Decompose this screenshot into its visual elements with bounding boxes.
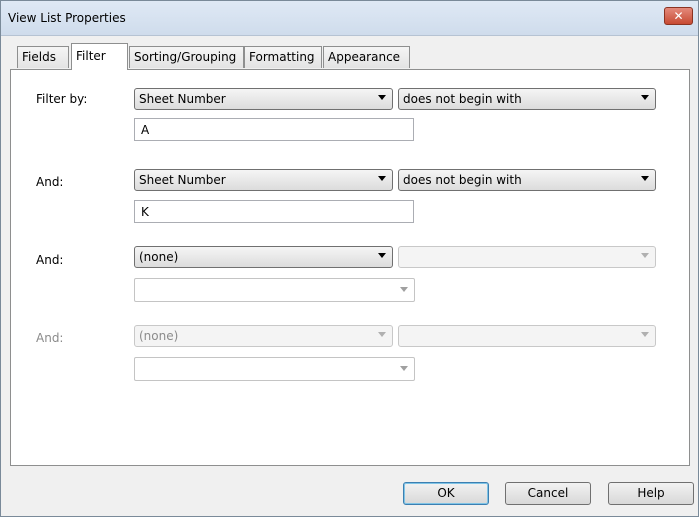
filter4-field-select: (none)	[134, 325, 393, 347]
filter1-value-input[interactable]: A	[134, 118, 414, 141]
filter2-field-select[interactable]: Sheet Number	[134, 169, 393, 191]
chevron-down-icon	[400, 287, 408, 292]
filter3-value-select[interactable]	[134, 278, 415, 302]
filter3-field-select[interactable]: (none)	[134, 246, 393, 268]
chevron-down-icon	[641, 332, 649, 337]
chevron-down-icon	[641, 253, 649, 258]
dialog-window: View List Properties ✕ Fields Filter Sor…	[0, 0, 699, 517]
and-label-3: And:	[36, 331, 64, 345]
help-button[interactable]: Help	[608, 482, 694, 505]
filter-by-label: Filter by:	[36, 92, 88, 106]
chevron-down-icon	[400, 366, 408, 371]
ok-button[interactable]: OK	[403, 482, 489, 505]
tab-filter[interactable]: Filter	[71, 43, 128, 70]
and-label-1: And:	[36, 175, 64, 189]
tab-appearance[interactable]: Appearance	[323, 46, 410, 68]
close-button[interactable]: ✕	[664, 7, 693, 25]
filter1-operator-select[interactable]: does not begin with	[398, 88, 656, 110]
tab-fields[interactable]: Fields	[17, 46, 69, 68]
close-icon: ✕	[673, 9, 684, 23]
filter1-field-select[interactable]: Sheet Number	[134, 88, 393, 110]
filter3-operator-select	[398, 246, 656, 268]
chevron-down-icon	[641, 176, 649, 181]
chevron-down-icon	[378, 95, 386, 100]
title-bar: View List Properties ✕	[1, 1, 698, 36]
and-label-2: And:	[36, 253, 64, 267]
chevron-down-icon	[641, 95, 649, 100]
window-title: View List Properties	[8, 11, 126, 25]
cancel-button[interactable]: Cancel	[505, 482, 591, 505]
filter4-operator-select	[398, 325, 656, 347]
chevron-down-icon	[378, 176, 386, 181]
chevron-down-icon	[378, 332, 386, 337]
filter2-operator-select[interactable]: does not begin with	[398, 169, 656, 191]
tab-sorting-grouping[interactable]: Sorting/Grouping	[129, 46, 244, 68]
filter4-value-select	[134, 357, 415, 381]
chevron-down-icon	[378, 253, 386, 258]
tab-formatting[interactable]: Formatting	[244, 46, 322, 68]
filter2-value-input[interactable]: K	[134, 200, 414, 223]
